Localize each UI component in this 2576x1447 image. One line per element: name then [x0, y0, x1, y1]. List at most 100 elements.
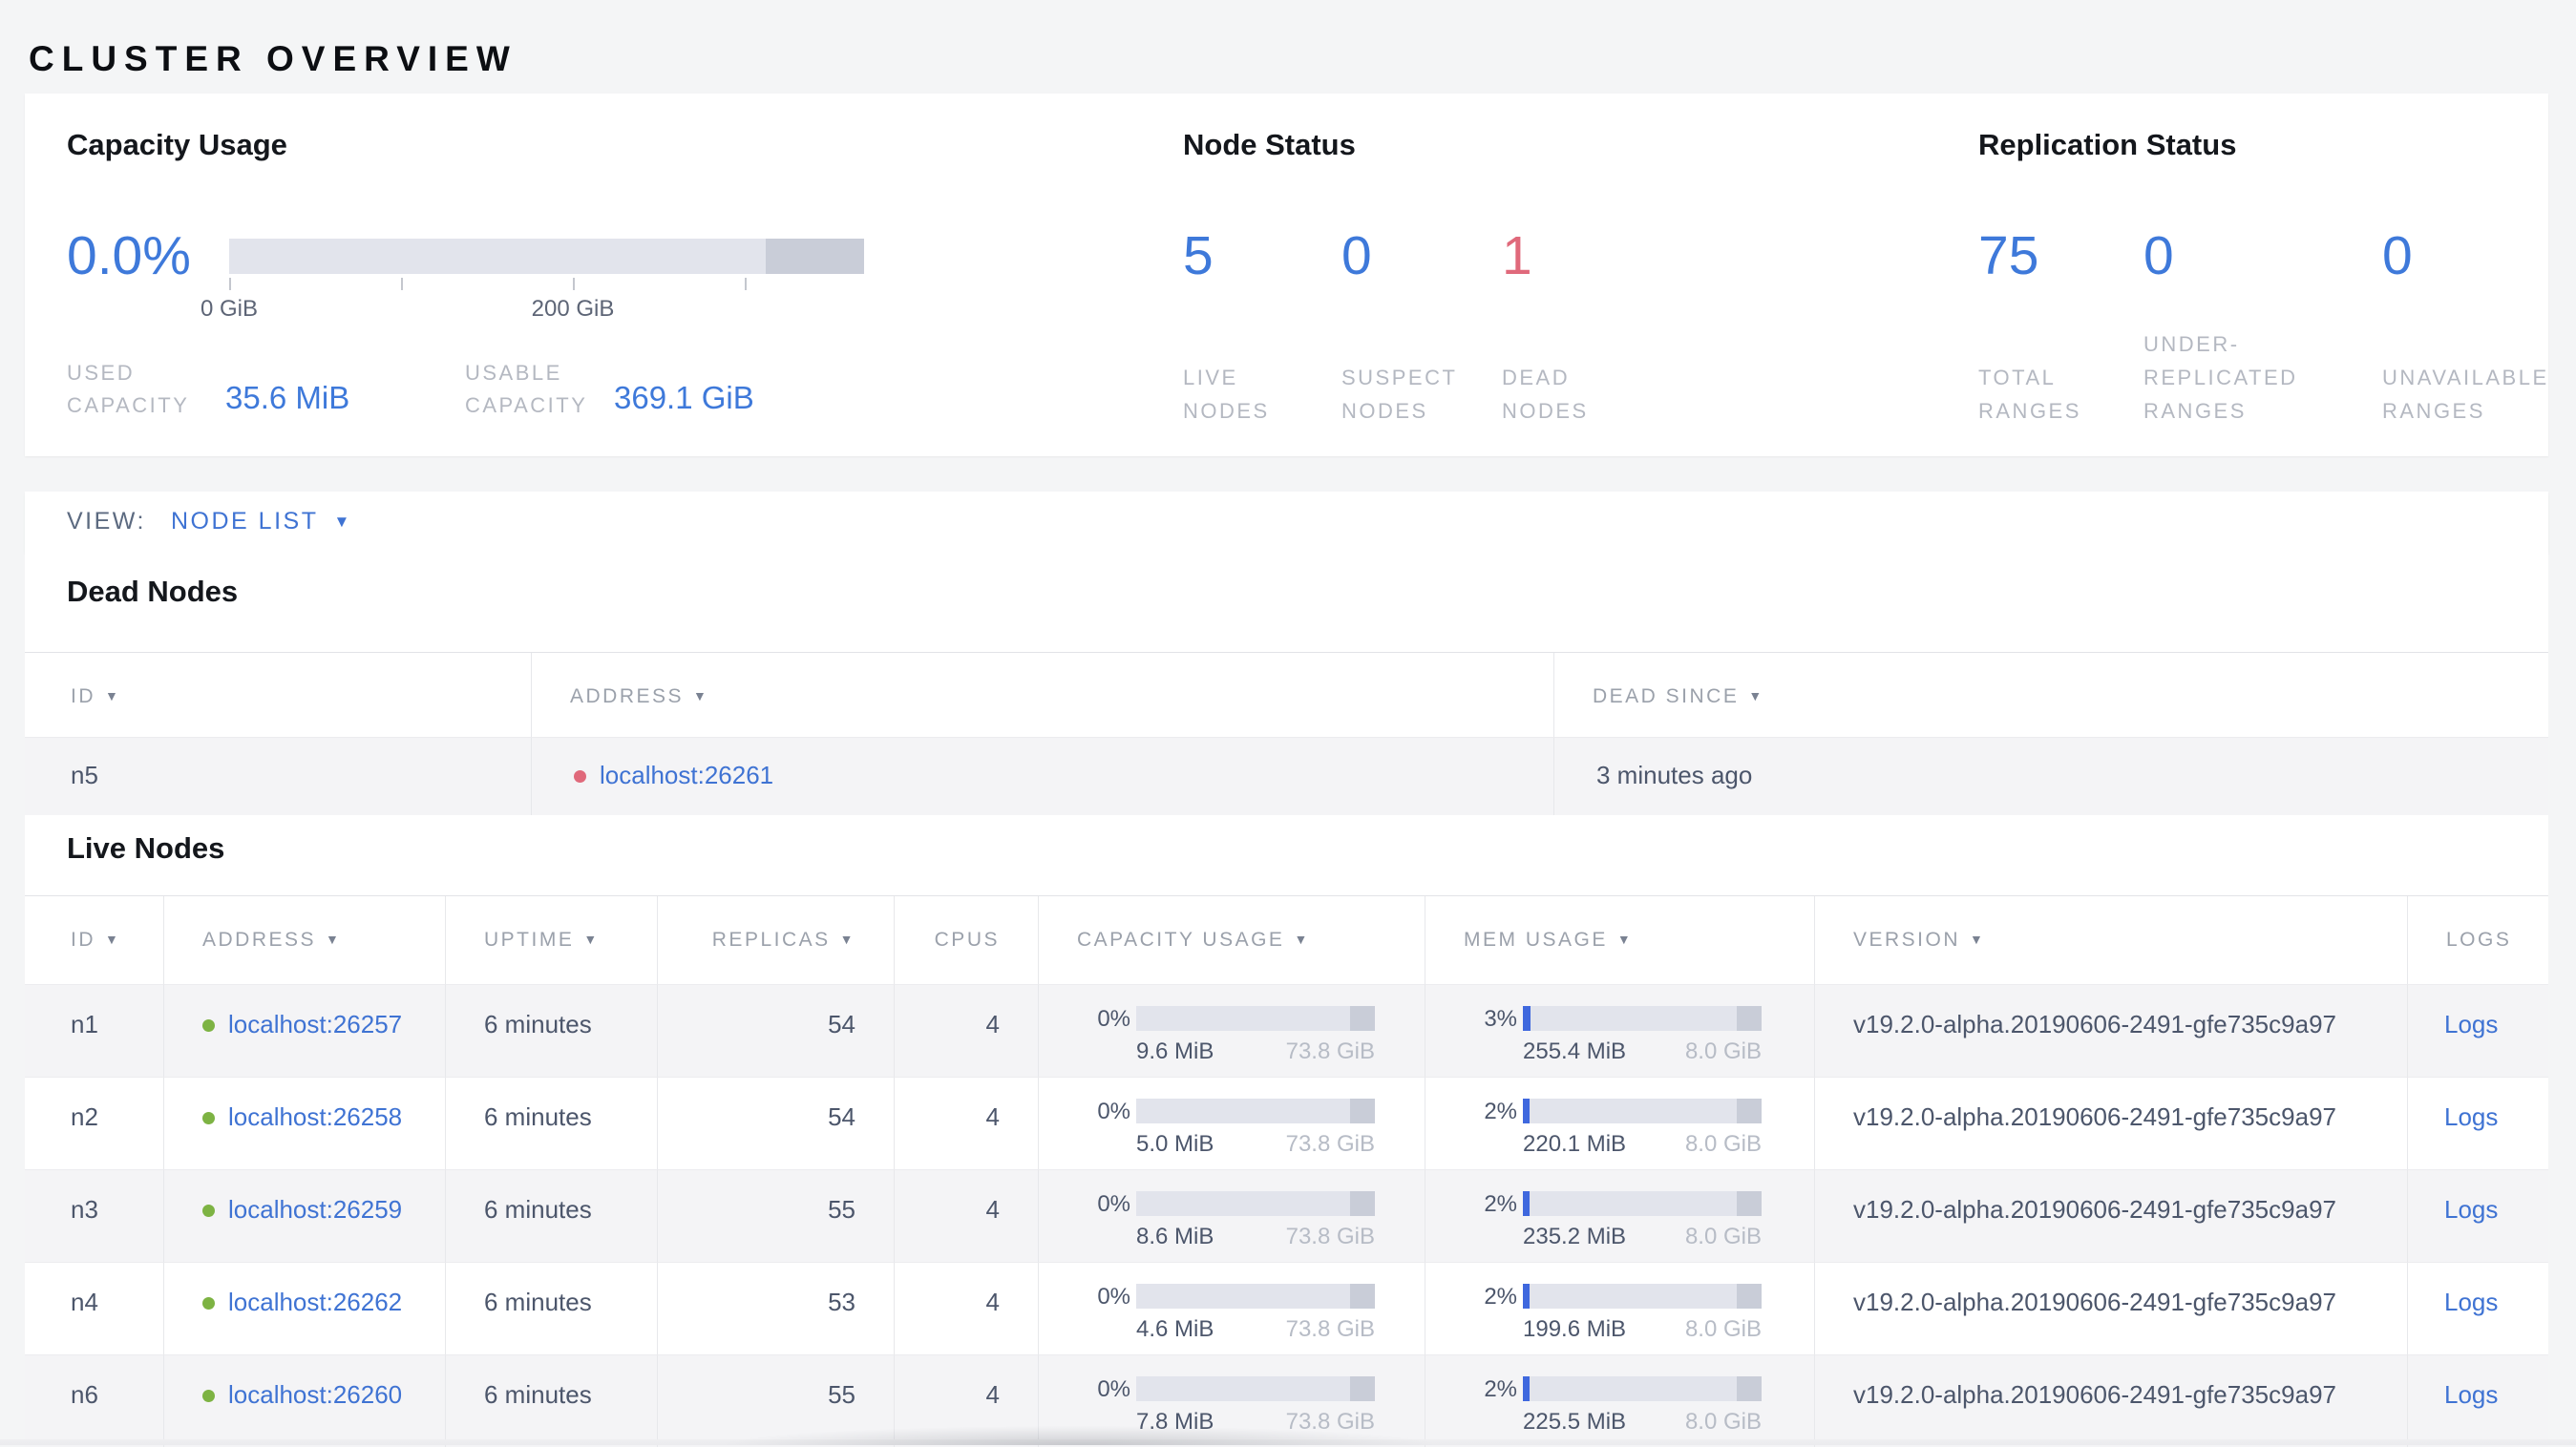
- node-logs-cell: Logs: [2408, 1354, 2548, 1447]
- node-cpus-cell: 4: [895, 1077, 1039, 1169]
- bar-usage-fill: [1523, 1099, 1530, 1123]
- capacity-usage-widget: 0% 4.6 MiB 73.8 GiB: [1062, 1284, 1425, 1343]
- node-address-link[interactable]: localhost:26258: [228, 1102, 402, 1131]
- column-header-logs: LOGS: [2408, 896, 2548, 984]
- capacity-total-value: 73.8 GiB: [1285, 1038, 1375, 1064]
- axis-tick: [401, 278, 403, 290]
- live-nodes-table: ID ▼ ADDRESS ▼ UPTIME ▼ REPLICAS ▼ CPUS CAPACITY …: [25, 895, 2548, 1447]
- capacity-usage-percent: 0%: [1097, 1376, 1130, 1402]
- column-header-replicas[interactable]: REPLICAS ▼: [658, 896, 895, 984]
- capacity-total-value: 73.8 GiB: [1285, 1131, 1375, 1157]
- bar-reserved-segment: [1350, 1284, 1375, 1309]
- node-version-cell: v19.2.0-alpha.20190606-2491-gfe735c9a97: [1815, 984, 2408, 1077]
- node-address-cell: localhost:26258: [164, 1077, 446, 1169]
- mem-usage-bar: [1523, 1376, 1762, 1401]
- stat-label: DEAD NODES: [1502, 366, 1589, 423]
- node-replicas-cell: 53: [658, 1262, 895, 1354]
- stat-label: LIVE NODES: [1183, 366, 1270, 423]
- column-header-address[interactable]: ADDRESS ▼: [164, 896, 446, 984]
- capacity-usage-bar: [1136, 1099, 1375, 1123]
- column-header-version[interactable]: VERSION ▼: [1815, 896, 2408, 984]
- mem-usage-widget: 2% 225.5 MiB 8.0 GiB: [1448, 1376, 1814, 1436]
- node-logs-cell: Logs: [2408, 1262, 2548, 1354]
- node-uptime-cell: 6 minutes: [446, 984, 658, 1077]
- node-address-link[interactable]: localhost:26259: [228, 1195, 402, 1224]
- mem-usage-bar: [1523, 1099, 1762, 1123]
- mem-usage-bar: [1523, 1191, 1762, 1216]
- stat-value: 1: [1502, 225, 1532, 286]
- node-version-cell: v19.2.0-alpha.20190606-2491-gfe735c9a97: [1815, 1169, 2408, 1262]
- logs-link[interactable]: Logs: [2444, 1010, 2498, 1038]
- column-header-address[interactable]: ADDRESS ▼: [532, 653, 1554, 737]
- axis-tick-label: 200 GiB: [531, 296, 615, 322]
- node-logs-cell: Logs: [2408, 1169, 2548, 1262]
- dead-node-address-cell: localhost:26261: [532, 737, 1554, 815]
- sort-desc-icon: ▼: [1294, 932, 1310, 947]
- logs-link[interactable]: Logs: [2444, 1102, 2498, 1131]
- column-header-label: VERSION: [1853, 929, 1961, 951]
- mem-usage-bar: [1523, 1006, 1762, 1031]
- mem-total-value: 8.0 GiB: [1684, 1409, 1762, 1435]
- node-live-dot-icon: [202, 1019, 215, 1032]
- logs-link[interactable]: Logs: [2444, 1380, 2498, 1409]
- logs-link[interactable]: Logs: [2444, 1288, 2498, 1316]
- capacity-usage-percent: 0%: [1097, 1284, 1130, 1310]
- mem-used-value: 225.5 MiB: [1523, 1409, 1627, 1435]
- bar-usage-fill: [1523, 1191, 1530, 1216]
- column-header-id[interactable]: ID ▼: [25, 896, 164, 984]
- bar-reserved-segment: [1350, 1376, 1375, 1401]
- node-live-dot-icon: [202, 1205, 215, 1217]
- node-live-dot-icon: [202, 1390, 215, 1402]
- node-id-cell: n4: [25, 1262, 164, 1354]
- view-selector-dropdown[interactable]: NODE LIST ▼: [171, 492, 352, 552]
- node-replicas-cell: 54: [658, 1077, 895, 1169]
- capacity-total-value: 73.8 GiB: [1285, 1224, 1375, 1249]
- node-logs-cell: Logs: [2408, 1077, 2548, 1169]
- bar-usage-fill: [1523, 1376, 1530, 1401]
- stat-label: SUSPECT NODES: [1341, 366, 1458, 423]
- column-header-label: ID: [71, 929, 95, 951]
- capacity-bar-reserved-segment: [766, 239, 864, 274]
- node-uptime-cell: 6 minutes: [446, 1077, 658, 1169]
- capacity-usage-bar: [1136, 1284, 1375, 1309]
- mem-usage-percent: 3%: [1484, 1006, 1517, 1032]
- axis-tick: [573, 278, 575, 290]
- node-capacity-usage-cell: 0% 5.0 MiB 73.8 GiB: [1039, 1077, 1425, 1169]
- column-header-label: ADDRESS: [202, 929, 317, 951]
- column-header-uptime[interactable]: UPTIME ▼: [446, 896, 658, 984]
- column-header-capacity-usage[interactable]: CAPACITY USAGE ▼: [1039, 896, 1425, 984]
- node-address-link[interactable]: localhost:26261: [600, 761, 773, 789]
- mem-usage-percent: 2%: [1484, 1099, 1517, 1124]
- axis-tick: [229, 278, 231, 290]
- axis-tick: [745, 278, 747, 290]
- view-bar: VIEW: NODE LIST ▼: [25, 492, 2548, 553]
- logs-link[interactable]: Logs: [2444, 1195, 2498, 1224]
- node-address-link[interactable]: localhost:26262: [228, 1288, 402, 1316]
- node-dead-dot-icon: [574, 770, 586, 783]
- column-header-label: CPUS: [934, 929, 1000, 951]
- column-header-label: ID: [71, 685, 95, 707]
- column-header-label: ADDRESS: [570, 685, 685, 707]
- stat-value: 75: [1978, 225, 2039, 286]
- mem-usage-percent: 2%: [1484, 1376, 1517, 1402]
- dead-node-dead-since-cell: 3 minutes ago: [1554, 737, 2548, 815]
- capacity-usage-percent: 0.0%: [67, 225, 191, 286]
- used-capacity-value: 35.6 MiB: [225, 380, 350, 415]
- bar-reserved-segment: [1350, 1099, 1375, 1123]
- sort-desc-icon: ▼: [839, 932, 855, 947]
- sort-desc-icon: ▼: [693, 688, 709, 703]
- bar-reserved-segment: [1350, 1006, 1375, 1031]
- node-address-link[interactable]: localhost:26260: [228, 1380, 402, 1409]
- column-header-mem-usage[interactable]: MEM USAGE ▼: [1425, 896, 1815, 984]
- column-header-label: LOGS: [2446, 929, 2512, 951]
- capacity-usage-widget: 0% 5.0 MiB 73.8 GiB: [1062, 1099, 1425, 1158]
- column-header-id[interactable]: ID ▼: [25, 653, 532, 737]
- node-capacity-usage-cell: 0% 8.6 MiB 73.8 GiB: [1039, 1169, 1425, 1262]
- sort-desc-icon: ▼: [1748, 688, 1764, 703]
- sort-desc-icon: ▼: [1970, 932, 1986, 947]
- node-capacity-usage-cell: 0% 4.6 MiB 73.8 GiB: [1039, 1262, 1425, 1354]
- axis-tick-label: 0 GiB: [200, 296, 259, 322]
- stat-value: 0: [2382, 225, 2413, 286]
- column-header-dead-since[interactable]: DEAD SINCE ▼: [1554, 653, 2548, 737]
- node-address-link[interactable]: localhost:26257: [228, 1010, 402, 1038]
